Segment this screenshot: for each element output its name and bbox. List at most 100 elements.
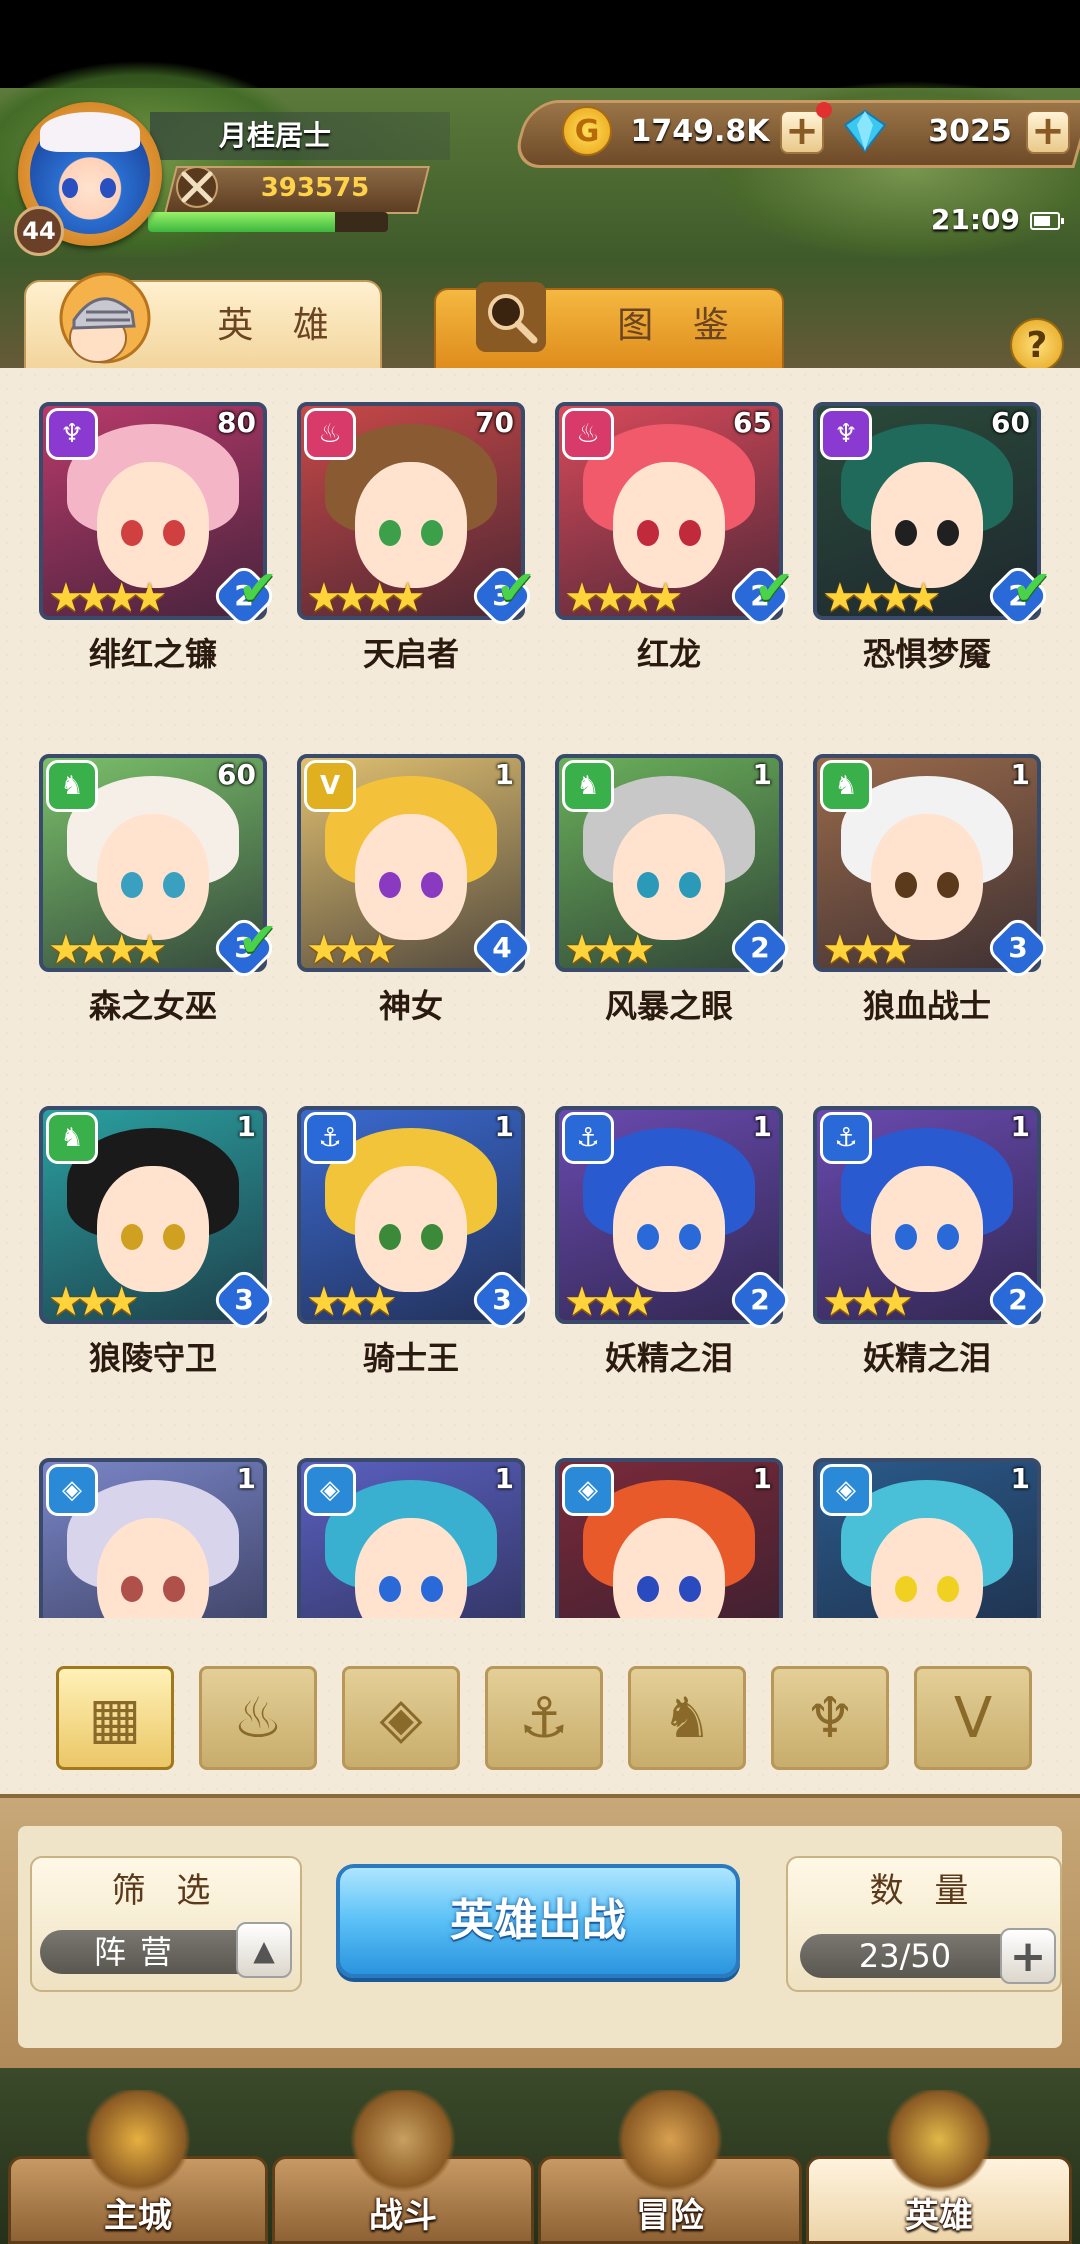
- nav-label-heroes: 英雄: [905, 2196, 973, 2236]
- hero-card[interactable]: ◈ 1: [282, 1438, 540, 1618]
- nav-label-battle: 战斗: [369, 2196, 437, 2236]
- hero-card[interactable]: ⚓ 1 ★★★ 2 妖精之泪: [540, 1086, 798, 1386]
- hero-eye: [937, 1576, 959, 1602]
- battery-icon: [1030, 212, 1064, 230]
- hero-level: 60: [217, 758, 256, 791]
- beast-class-icon: ♞: [46, 760, 98, 812]
- hero-name: 妖精之泪: [604, 1339, 733, 1377]
- add-gem-button[interactable]: +: [1026, 110, 1070, 154]
- hero-card[interactable]: ◈ 1: [798, 1438, 1056, 1618]
- crossed-swords-icon: [176, 166, 218, 208]
- hero-card[interactable]: ♨ 70 ★★★★ 3 ✔ 天启者: [282, 382, 540, 682]
- hero-level: 1: [236, 1110, 256, 1143]
- hero-eye: [937, 1224, 959, 1250]
- filter-tab-gem[interactable]: ◈: [342, 1666, 460, 1770]
- filter-tab-demon[interactable]: ♆: [771, 1666, 889, 1770]
- hero-eye: [637, 1224, 659, 1250]
- hero-face: [613, 462, 725, 588]
- filter-tab-divine[interactable]: V: [914, 1666, 1032, 1770]
- hero-eye: [637, 872, 659, 898]
- clock: 21:09: [930, 203, 1020, 236]
- gem-class-icon: ◈: [304, 1464, 356, 1516]
- hero-stars: ★★★: [564, 1279, 656, 1325]
- hero-face: [97, 462, 209, 588]
- hero-eye: [637, 1576, 659, 1602]
- expand-capacity-button[interactable]: +: [1000, 1928, 1056, 1984]
- hero-name: 红龙: [636, 635, 701, 673]
- hero-stars: ★★★: [306, 1279, 398, 1325]
- beast-class-icon: ♞: [820, 760, 872, 812]
- hero-level: 1: [494, 1110, 514, 1143]
- hero-card[interactable]: ◈ 1: [540, 1438, 798, 1618]
- filter-tab-anchor[interactable]: ⚓: [485, 1666, 603, 1770]
- avatar-hat: [40, 112, 140, 152]
- hero-count-title: 数 量: [869, 1871, 979, 1911]
- hero-eye: [421, 872, 443, 898]
- filter-tab-all[interactable]: ▦: [56, 1666, 174, 1770]
- avatar-eye: [100, 178, 116, 198]
- hero-face: [355, 462, 467, 588]
- hero-level: 1: [1010, 758, 1030, 791]
- hero-card[interactable]: V 1 ★★★ 4 神女: [282, 734, 540, 1034]
- beast-class-icon: ♞: [562, 760, 614, 812]
- hero-stars: ★★★: [306, 927, 398, 973]
- hero-eye: [937, 520, 959, 546]
- hero-rank: 2: [750, 1283, 770, 1316]
- hero-eye: [679, 872, 701, 898]
- hero-card[interactable]: ♞ 1 ★★★ 3 狼血战士: [798, 734, 1056, 1034]
- hero-face: [97, 814, 209, 940]
- hero-level: 65: [733, 406, 772, 439]
- hero-rank: 2: [1008, 1283, 1028, 1316]
- hero-eye: [895, 520, 917, 546]
- hero-name: 妖精之泪: [862, 1339, 991, 1377]
- hero-stars: ★★★★: [48, 927, 167, 973]
- diamond-icon: [843, 109, 887, 153]
- mage-class-icon: ♨: [304, 408, 356, 460]
- filter-title: 筛 选: [111, 1871, 221, 1911]
- hero-card[interactable]: ♞ 60 ★★★★ 3 ✔ 森之女巫: [24, 734, 282, 1034]
- deploy-heroes-label[interactable]: 英雄出战: [336, 1864, 740, 1978]
- player-name: 月桂居士: [218, 119, 331, 152]
- filter-toggle-button[interactable]: ▲: [236, 1922, 292, 1978]
- hero-level: 80: [217, 406, 256, 439]
- hero-rank: 3: [492, 1283, 512, 1316]
- divine-class-icon: V: [304, 760, 356, 812]
- exp-bar: [148, 212, 388, 232]
- anchor-class-icon: ⚓: [304, 1112, 356, 1164]
- hero-card[interactable]: ♆ 80 ★★★★ 2 ✔ 绯红之镰: [24, 382, 282, 682]
- magnifier-icon: [476, 282, 546, 352]
- hero-card[interactable]: ⚓ 1 ★★★ 2 妖精之泪: [798, 1086, 1056, 1386]
- hero-name: 狼陵守卫: [88, 1339, 217, 1377]
- hero-face: [355, 814, 467, 940]
- hero-eye: [121, 872, 143, 898]
- hero-eye: [379, 520, 401, 546]
- check-icon: ✔: [496, 560, 537, 616]
- filter-tab-wolf[interactable]: ♞: [628, 1666, 746, 1770]
- hero-eye: [163, 520, 185, 546]
- add-gold-button[interactable]: +: [780, 110, 824, 154]
- hero-name: 绯红之镰: [88, 635, 217, 673]
- mage-class-icon: ♨: [562, 408, 614, 460]
- check-icon: ✔: [754, 560, 795, 616]
- hero-card[interactable]: ◈ 1: [24, 1438, 282, 1618]
- hero-eye: [379, 872, 401, 898]
- help-button[interactable]: ?: [1010, 318, 1064, 372]
- hero-card[interactable]: ♞ 1 ★★★ 3 狼陵守卫: [24, 1086, 282, 1386]
- hero-eye: [637, 520, 659, 546]
- hero-card[interactable]: ⚓ 1 ★★★ 3 骑士王: [282, 1086, 540, 1386]
- hero-card[interactable]: ♆ 60 ★★★★ 2 ✔ 恐惧梦魇: [798, 382, 1056, 682]
- hero-level: 1: [1010, 1462, 1030, 1495]
- hero-eye: [895, 872, 917, 898]
- hero-card[interactable]: ♨ 65 ★★★★ 2 ✔ 红龙: [540, 382, 798, 682]
- filter-tab-flame[interactable]: ♨: [199, 1666, 317, 1770]
- hero-eye: [379, 1224, 401, 1250]
- hero-face: [97, 1166, 209, 1292]
- check-icon: ✔: [1012, 560, 1053, 616]
- hero-stars: ★★★★: [822, 575, 941, 621]
- hero-eye: [163, 872, 185, 898]
- hero-level: 1: [236, 1462, 256, 1495]
- check-icon: ✔: [238, 560, 279, 616]
- hero-card[interactable]: ♞ 1 ★★★ 2 风暴之眼: [540, 734, 798, 1034]
- filter-value[interactable]: 阵营: [40, 1930, 240, 1974]
- player-level-badge: 44: [14, 206, 64, 256]
